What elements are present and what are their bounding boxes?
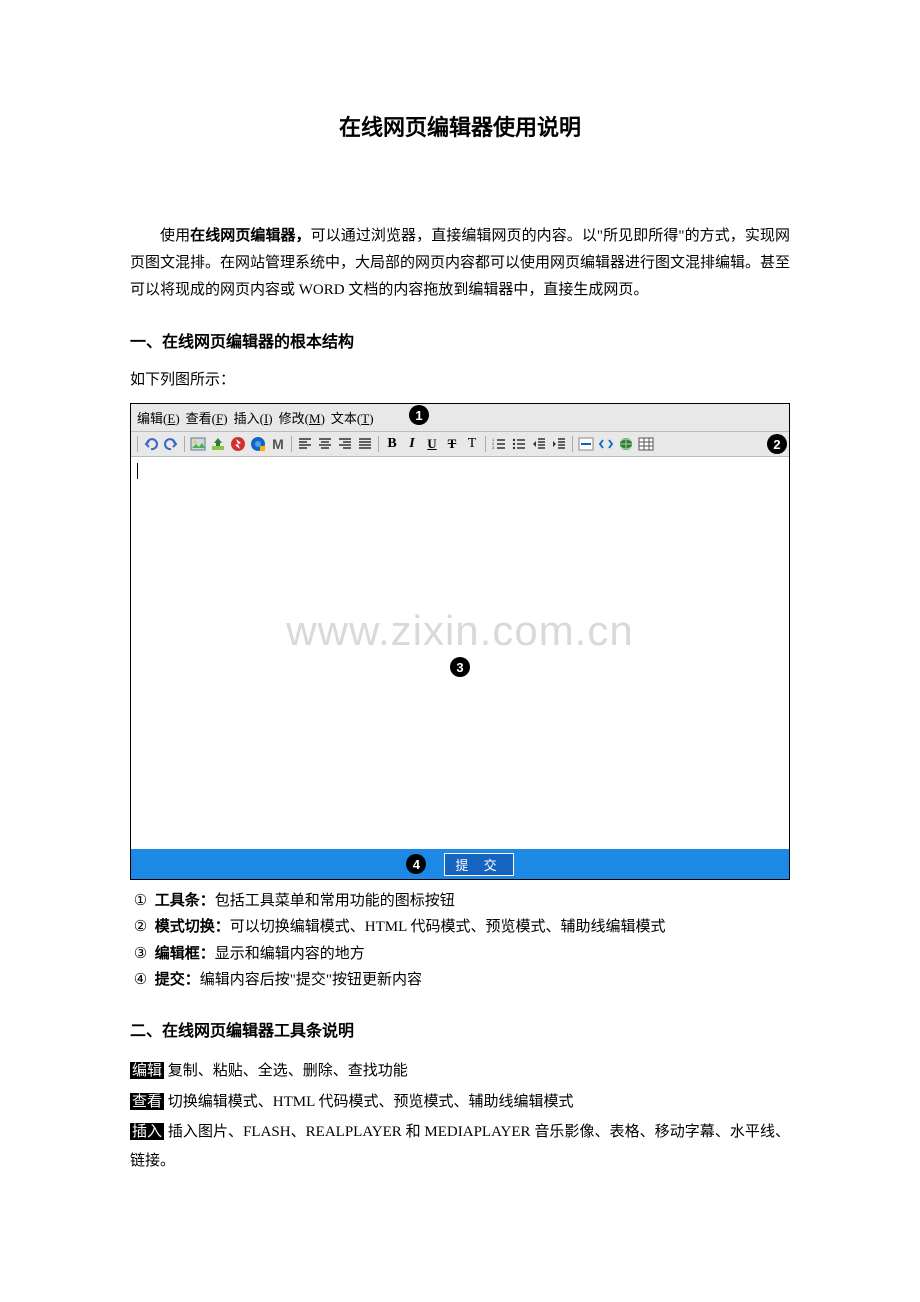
section-heading-2: 二、在线网页编辑器工具条说明: [130, 1017, 790, 1041]
menu-view[interactable]: 查看(F): [186, 408, 228, 427]
tool-body: 插入图片、FLASH、REALPLAYER 和 MEDIAPLAYER 音乐影像…: [130, 1124, 790, 1169]
marker-1: 1: [409, 405, 429, 425]
align-left-icon[interactable]: [296, 435, 314, 453]
marker-3: 3: [450, 657, 470, 677]
svg-text:3: 3: [492, 445, 495, 450]
menu-insert[interactable]: 插入(I): [234, 408, 273, 427]
separator: [378, 436, 379, 452]
toolbar: M B I U T T 123 2: [131, 432, 789, 457]
tool-term: 插入: [130, 1123, 164, 1140]
flash-icon[interactable]: [229, 435, 247, 453]
legend-head: 工具条：: [155, 892, 215, 909]
tool-term: 查看: [130, 1093, 164, 1110]
menu-modify-label: 修改: [279, 411, 305, 426]
unordered-list-icon[interactable]: [510, 435, 528, 453]
legend-head: 提交：: [155, 971, 200, 988]
menu-modify-hotkey: M: [309, 411, 321, 426]
italic-icon[interactable]: I: [403, 435, 421, 453]
menu-edit-label: 编辑: [137, 411, 163, 426]
media-icon[interactable]: [249, 435, 267, 453]
separator: [291, 436, 292, 452]
submit-bar: 4 提 交: [131, 849, 789, 879]
tool-desc: 插入 插入图片、FLASH、REALPLAYER 和 MEDIAPLAYER 音…: [130, 1118, 790, 1175]
underline-icon[interactable]: U: [423, 435, 441, 453]
page-title: 在线网页编辑器使用说明: [130, 110, 790, 142]
legend-num: ②: [130, 914, 151, 940]
tool-desc: 编辑 复制、粘贴、全选、删除、查找功能: [130, 1057, 790, 1086]
menubar: 编辑(E) 查看(F) 插入(I) 修改(M) 文本(T) 1: [131, 404, 789, 432]
legend-item: ② 模式切换：可以切换编辑模式、HTML 代码模式、预览模式、辅助线编辑模式: [130, 914, 790, 940]
menu-edit[interactable]: 编辑(E): [137, 408, 180, 427]
bold-icon[interactable]: B: [383, 435, 401, 453]
menu-view-hotkey: F: [216, 411, 223, 426]
upload-icon[interactable]: [209, 435, 227, 453]
menu-text-label: 文本: [331, 411, 357, 426]
tool-desc: 查看 切换编辑模式、HTML 代码模式、预览模式、辅助线编辑模式: [130, 1088, 790, 1117]
legend-body: 编辑内容后按"提交"按钮更新内容: [200, 972, 422, 988]
menu-insert-hotkey: I: [264, 411, 268, 426]
hr-icon[interactable]: [577, 435, 595, 453]
menu-modify[interactable]: 修改(M): [279, 408, 325, 427]
marquee-icon[interactable]: M: [269, 435, 287, 453]
figure-caption: 如下列图所示：: [130, 368, 790, 389]
menu-text[interactable]: 文本(T): [331, 408, 374, 427]
separator: [137, 436, 138, 452]
undo-icon[interactable]: [142, 435, 160, 453]
menu-insert-label: 插入: [234, 411, 260, 426]
editor-shell: 编辑(E) 查看(F) 插入(I) 修改(M) 文本(T) 1 M B I: [130, 403, 790, 880]
legend-num: ③: [130, 941, 151, 967]
align-center-icon[interactable]: [316, 435, 334, 453]
link-icon[interactable]: [617, 435, 635, 453]
legend-head: 模式切换：: [155, 918, 230, 935]
indent-icon[interactable]: [550, 435, 568, 453]
legend-head: 编辑框：: [155, 945, 215, 962]
legend-body: 显示和编辑内容的地方: [215, 946, 365, 962]
strikethrough-icon[interactable]: T: [443, 435, 461, 453]
text-cursor: [137, 463, 138, 479]
ordered-list-icon[interactable]: 123: [490, 435, 508, 453]
menu-edit-hotkey: E: [167, 411, 175, 426]
legend-body: 包括工具菜单和常用功能的图标按钮: [215, 893, 455, 909]
legend-item: ④ 提交：编辑内容后按"提交"按钮更新内容: [130, 967, 790, 993]
marker-2: 2: [767, 434, 787, 454]
align-right-icon[interactable]: [336, 435, 354, 453]
font-icon[interactable]: T: [463, 435, 481, 453]
intro-bold: 在线网页编辑器，: [190, 227, 311, 244]
legend: ① 工具条：包括工具菜单和常用功能的图标按钮 ② 模式切换：可以切换编辑模式、H…: [130, 888, 790, 993]
legend-item: ① 工具条：包括工具菜单和常用功能的图标按钮: [130, 888, 790, 914]
outdent-icon[interactable]: [530, 435, 548, 453]
insert-image-icon[interactable]: [189, 435, 207, 453]
align-justify-icon[interactable]: [356, 435, 374, 453]
submit-button[interactable]: 提 交: [444, 853, 513, 876]
table-icon[interactable]: [637, 435, 655, 453]
legend-item: ③ 编辑框：显示和编辑内容的地方: [130, 941, 790, 967]
tool-body: 复制、粘贴、全选、删除、查找功能: [164, 1063, 408, 1079]
edit-area[interactable]: www.zixin.com.cn 3: [131, 457, 789, 849]
separator: [572, 436, 573, 452]
marker-4: 4: [406, 854, 426, 874]
legend-body: 可以切换编辑模式、HTML 代码模式、预览模式、辅助线编辑模式: [230, 919, 666, 935]
tool-body: 切换编辑模式、HTML 代码模式、预览模式、辅助线编辑模式: [164, 1094, 573, 1110]
legend-num: ④: [130, 967, 151, 993]
menu-view-label: 查看: [186, 411, 212, 426]
separator: [184, 436, 185, 452]
menu-text-hotkey: T: [361, 411, 369, 426]
legend-num: ①: [130, 888, 151, 914]
redo-icon[interactable]: [162, 435, 180, 453]
watermark: www.zixin.com.cn: [131, 607, 789, 655]
html-icon[interactable]: [597, 435, 615, 453]
section-heading-1: 一、在线网页编辑器的根本结构: [130, 328, 790, 352]
intro-paragraph: 使用在线网页编辑器，可以通过浏览器，直接编辑网页的内容。以"所见即所得"的方式，…: [130, 222, 790, 304]
tool-term: 编辑: [130, 1062, 164, 1079]
separator: [485, 436, 486, 452]
intro-prefix: 使用: [160, 228, 190, 244]
